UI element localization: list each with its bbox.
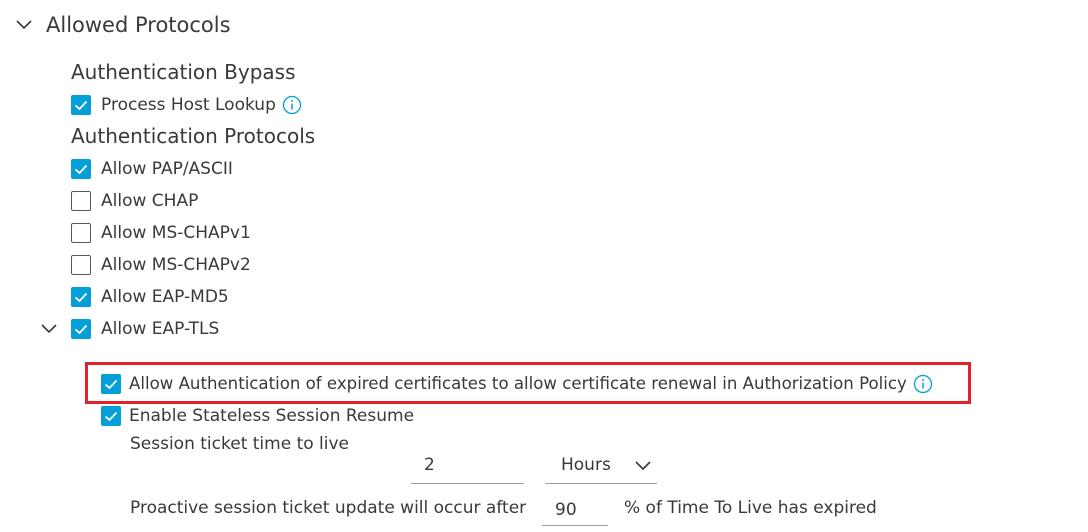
allow-eap-md5-label: Allow EAP-MD5	[101, 287, 229, 307]
process-host-lookup-label: Process Host Lookup	[101, 95, 276, 115]
allow-mschapv2-checkbox[interactable]	[71, 255, 91, 275]
eap-tls-chevron-down-icon[interactable]	[39, 318, 59, 338]
ticket-ttl-input[interactable]	[411, 446, 524, 484]
chevron-down-icon	[633, 455, 653, 475]
allow-mschapv1-checkbox[interactable]	[71, 223, 91, 243]
authentication-bypass-heading: Authentication Bypass	[71, 60, 296, 84]
allow-pap-label: Allow PAP/ASCII	[101, 159, 233, 179]
allow-mschapv2-label: Allow MS-CHAPv2	[101, 255, 251, 275]
expired-certs-label: Allow Authentication of expired certific…	[129, 374, 907, 393]
allow-eap-md5-checkbox[interactable]	[71, 287, 91, 307]
process-host-lookup-checkbox[interactable]	[71, 95, 91, 115]
protocol-row-chap: Allow CHAP	[71, 189, 198, 213]
allowed-protocols-page: Allowed Protocols Authentication Bypass …	[0, 0, 1088, 532]
expired-certs-checkbox[interactable]	[101, 374, 121, 394]
ticket-ttl-label: Session ticket time to live	[130, 434, 350, 454]
chevron-down-icon[interactable]	[14, 14, 34, 34]
stateless-resume-label: Enable Stateless Session Resume	[129, 406, 415, 426]
protocol-row-eap-tls: Allow EAP-TLS	[71, 317, 219, 341]
allow-eap-tls-label: Allow EAP-TLS	[101, 319, 220, 339]
allow-chap-checkbox[interactable]	[71, 191, 91, 211]
ticket-ttl-unit-select[interactable]: Hours	[545, 446, 657, 484]
proactive-update-suffix: % of Time To Live has expired	[624, 498, 877, 518]
protocol-row-mschapv1: Allow MS-CHAPv1	[71, 221, 251, 245]
proactive-update-label: Proactive session ticket update will occ…	[130, 498, 527, 518]
info-icon[interactable]	[913, 374, 933, 394]
protocol-row-mschapv2: Allow MS-CHAPv2	[71, 253, 251, 277]
expired-certs-row: Allow Authentication of expired certific…	[101, 372, 933, 396]
protocol-row-eap-md5: Allow EAP-MD5	[71, 285, 229, 309]
protocol-row-pap: Allow PAP/ASCII	[71, 157, 233, 181]
allow-pap-checkbox[interactable]	[71, 159, 91, 179]
proactive-update-input[interactable]	[542, 494, 608, 526]
allow-eap-tls-checkbox[interactable]	[71, 319, 91, 339]
info-icon[interactable]	[282, 95, 302, 115]
allow-chap-label: Allow CHAP	[101, 191, 199, 211]
allow-mschapv1-label: Allow MS-CHAPv1	[101, 223, 251, 243]
ticket-ttl-unit-value: Hours	[561, 454, 611, 475]
section-title[interactable]: Allowed Protocols	[46, 10, 231, 40]
stateless-resume-row: Enable Stateless Session Resume	[101, 404, 414, 428]
stateless-resume-checkbox[interactable]	[101, 406, 121, 426]
process-host-lookup-row: Process Host Lookup	[71, 93, 302, 117]
authentication-protocols-heading: Authentication Protocols	[71, 124, 316, 148]
